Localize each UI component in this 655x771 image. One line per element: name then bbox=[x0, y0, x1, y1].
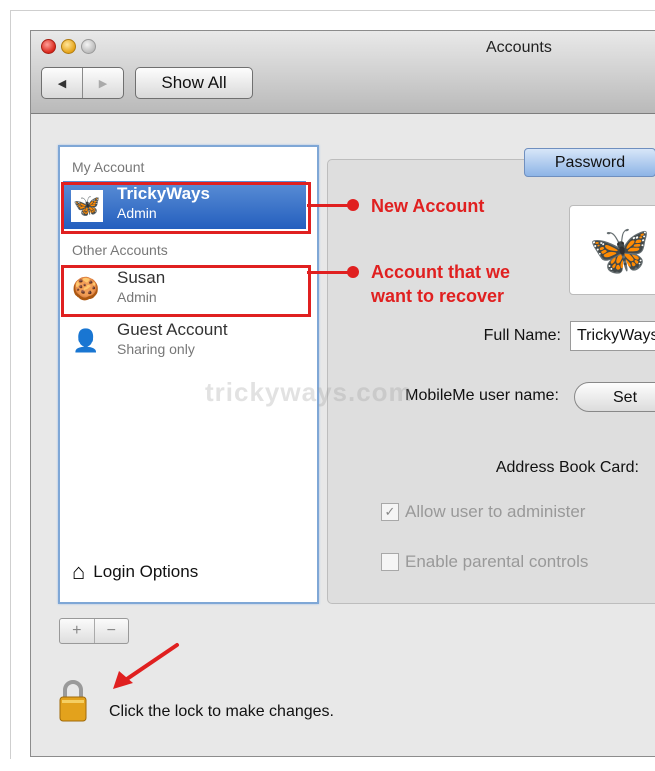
login-options-label: Login Options bbox=[93, 562, 199, 581]
forward-button[interactable]: ▶ bbox=[83, 68, 123, 98]
lock-message: Click the lock to make changes. bbox=[109, 703, 334, 720]
other-accounts-header: Other Accounts bbox=[72, 242, 168, 258]
highlight-new-account bbox=[61, 182, 311, 234]
annotation-recover-line2: want to recover bbox=[371, 286, 505, 306]
annotation-recover-line1: Account that we bbox=[371, 262, 511, 282]
account-item-guest[interactable]: 👤 Guest Account Sharing only bbox=[63, 317, 306, 365]
my-account-header: My Account bbox=[72, 159, 145, 175]
butterfly-icon: 🦋 bbox=[588, 221, 652, 278]
title-bar: Accounts ◀ ▶ Show All bbox=[31, 31, 655, 114]
close-window-button[interactable] bbox=[41, 39, 56, 54]
back-button[interactable]: ◀ bbox=[42, 68, 83, 98]
account-name: Guest Account bbox=[117, 320, 228, 339]
set-mobileme-button[interactable]: Set bbox=[574, 382, 655, 412]
house-icon: ⌂ bbox=[72, 559, 86, 584]
red-arrow-icon bbox=[113, 643, 179, 689]
parental-controls-row[interactable]: Enable parental controls bbox=[381, 551, 588, 573]
login-options-item[interactable]: ⌂ Login Options bbox=[72, 555, 198, 589]
allow-admin-row[interactable]: ✓ Allow user to administer bbox=[381, 501, 585, 523]
full-name-label: Full Name: bbox=[483, 327, 561, 344]
address-book-label: Address Book Card: bbox=[495, 459, 639, 476]
window-title: Accounts bbox=[486, 39, 552, 56]
tab-password[interactable]: Password bbox=[524, 148, 655, 177]
show-all-button[interactable]: Show All bbox=[135, 67, 253, 99]
preferences-window: Accounts ◀ ▶ Show All My Account 🦋 Trick… bbox=[30, 30, 655, 757]
annotation-dot bbox=[347, 266, 359, 278]
annotation-new-account: New Account bbox=[371, 196, 485, 216]
annotation-dot bbox=[347, 199, 359, 211]
add-account-button[interactable]: + bbox=[60, 619, 95, 643]
highlight-recover-account bbox=[61, 265, 311, 317]
back-forward-control: ◀ ▶ bbox=[41, 67, 124, 99]
parental-controls-label: Enable parental controls bbox=[405, 552, 589, 571]
parental-controls-checkbox[interactable] bbox=[381, 553, 399, 571]
zoom-window-button[interactable] bbox=[81, 39, 96, 54]
account-role: Sharing only bbox=[117, 341, 195, 357]
watermark: trickyways.com bbox=[205, 377, 413, 407]
lock-icon[interactable] bbox=[59, 678, 87, 722]
user-picture[interactable]: 🦋 bbox=[569, 205, 655, 295]
minimize-window-button[interactable] bbox=[61, 39, 76, 54]
allow-admin-checkbox[interactable]: ✓ bbox=[381, 503, 399, 521]
remove-account-button[interactable]: − bbox=[95, 619, 129, 643]
full-name-field[interactable]: TrickyWays bbox=[570, 321, 655, 351]
allow-admin-label: Allow user to administer bbox=[405, 502, 586, 521]
person-silhouette-icon: 👤 bbox=[72, 328, 100, 353]
